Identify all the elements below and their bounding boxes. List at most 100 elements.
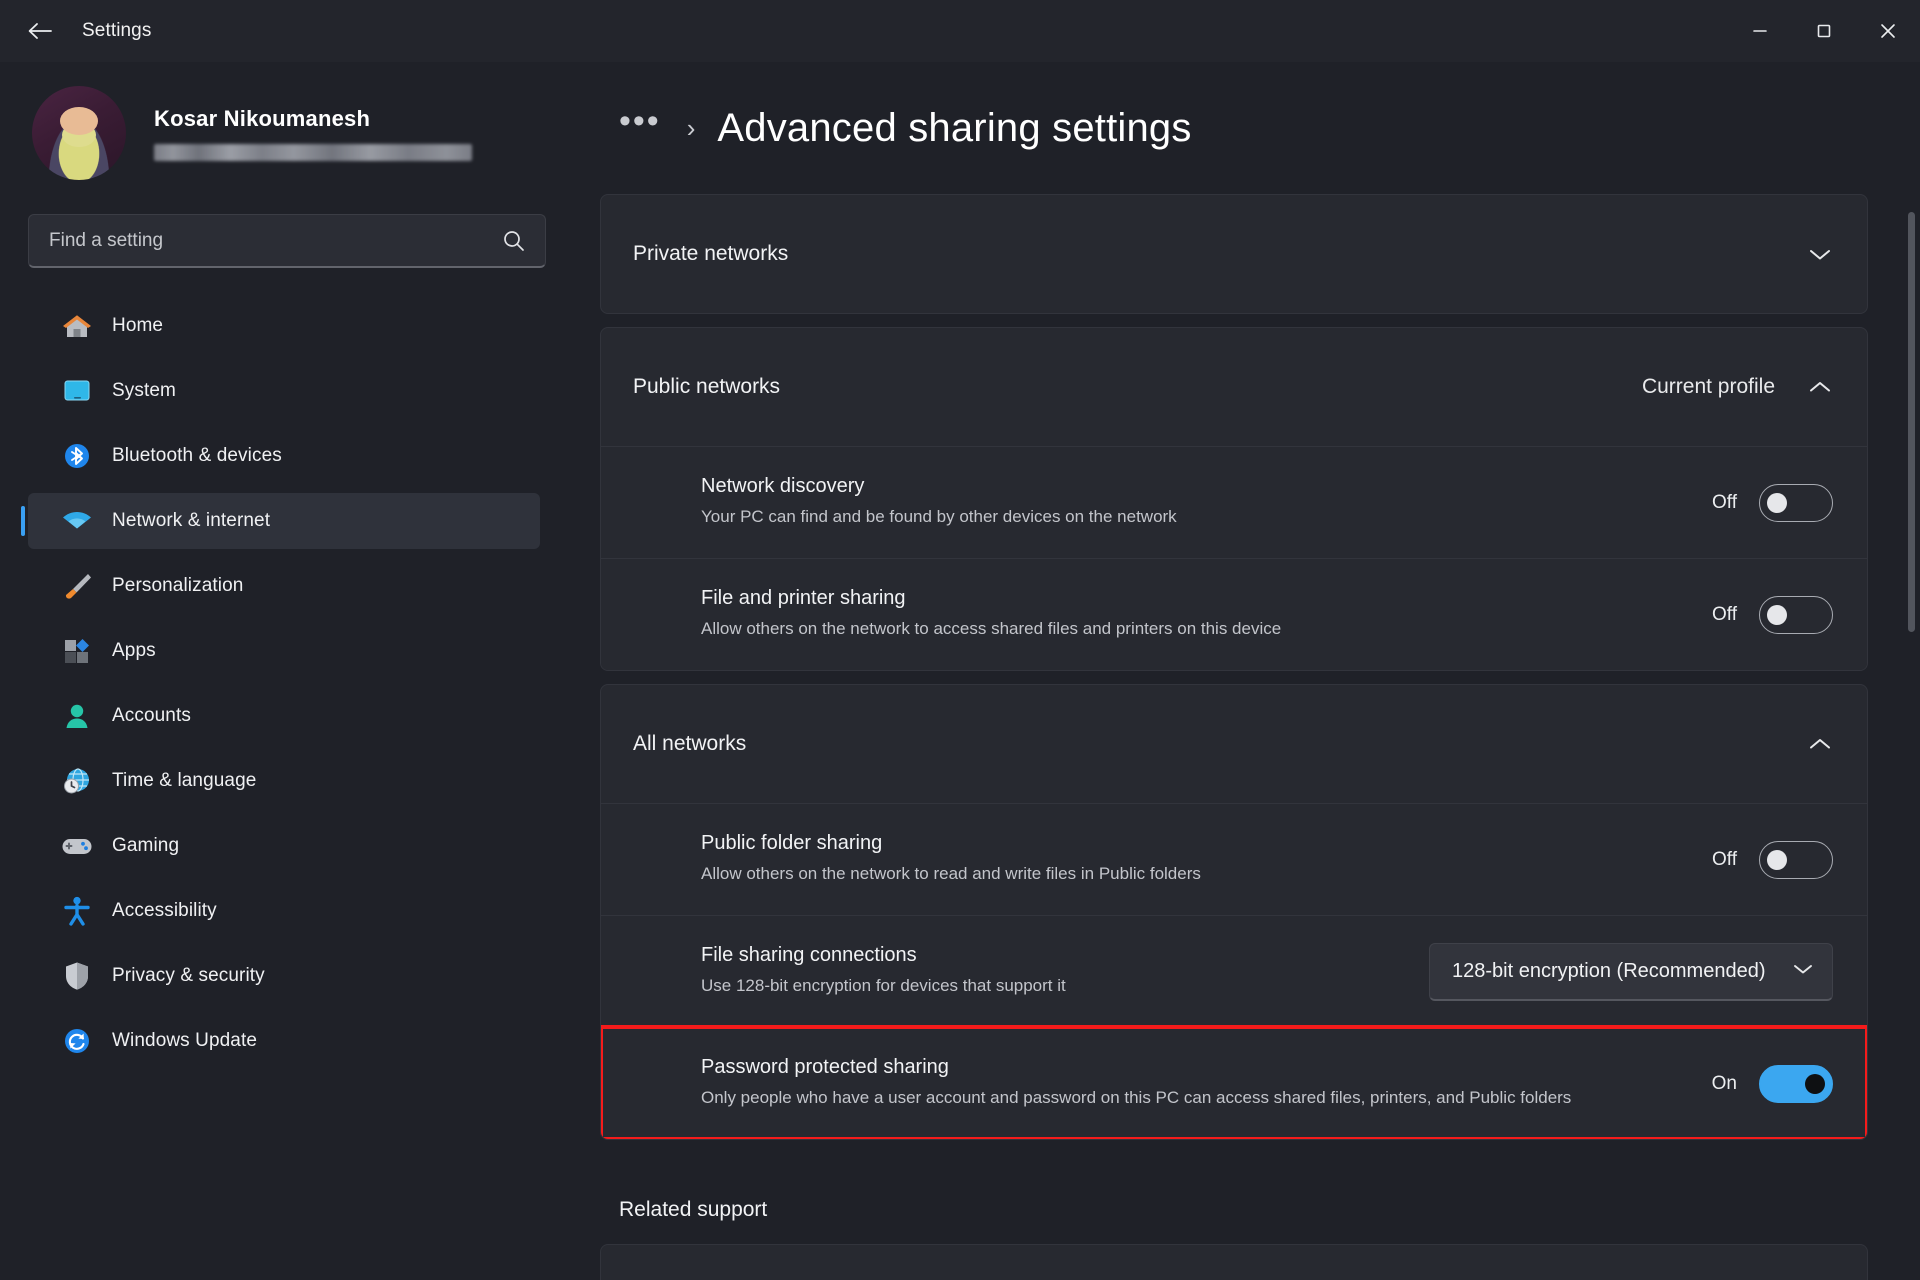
settings-window: Settings Kosar Nikoumanesh Find a settin… [0, 0, 1920, 1280]
accessibility-icon [60, 896, 94, 926]
paintbrush-icon [60, 571, 94, 601]
private-networks-title: Private networks [633, 242, 789, 265]
file-printer-sharing-description: Allow others on the network to access sh… [701, 619, 1282, 639]
private-networks-card: Private networks [600, 194, 1868, 314]
file-sharing-connections-title: File sharing connections [701, 944, 917, 967]
sidebar-item-accessibility[interactable]: Accessibility [28, 883, 540, 939]
sidebar-item-label: Accessibility [112, 900, 217, 921]
network-discovery-text: Network discovery Your PC can find and b… [701, 475, 1177, 530]
password-protected-sharing-toggle[interactable] [1759, 1064, 1833, 1103]
sidebar-item-label: Network & internet [112, 510, 271, 531]
sidebar-item-label: Time & language [112, 770, 257, 791]
minimize-button[interactable] [1728, 0, 1792, 62]
title-bar: Settings [0, 0, 1920, 62]
sidebar-item-label: Personalization [112, 575, 244, 596]
sidebar: Kosar Nikoumanesh Find a setting Home Sy… [0, 62, 568, 1280]
file-sharing-connections-description: Use 128-bit encryption for devices that … [701, 976, 1066, 996]
file-printer-sharing-toggle[interactable] [1759, 595, 1833, 634]
sidebar-item-personalization[interactable]: Personalization [28, 558, 540, 614]
network-discovery-toggle[interactable] [1759, 483, 1833, 522]
toggle-knob [1767, 492, 1787, 513]
file-sharing-connections-row[interactable]: File sharing connections Use 128-bit enc… [601, 915, 1867, 1027]
account-text: Kosar Nikoumanesh [154, 106, 472, 161]
public-folder-sharing-title: Public folder sharing [701, 832, 883, 855]
public-folder-sharing-toggle[interactable] [1759, 840, 1833, 879]
public-networks-header-right: Current profile [1642, 375, 1833, 399]
toggle-knob [1805, 1073, 1825, 1094]
sidebar-item-apps[interactable]: Apps [28, 623, 540, 679]
close-icon [1881, 24, 1895, 38]
back-button[interactable] [14, 9, 66, 53]
account-name: Kosar Nikoumanesh [154, 105, 371, 131]
public-folder-sharing-text: Public folder sharing Allow others on th… [701, 832, 1201, 887]
account-block[interactable]: Kosar Nikoumanesh [0, 72, 568, 198]
main-scrollbar[interactable] [1902, 62, 1920, 1280]
password-protected-sharing-control: On [1679, 1064, 1833, 1103]
sidebar-item-label: Windows Update [112, 1030, 258, 1051]
password-protected-sharing-state: On [1711, 1072, 1737, 1094]
public-networks-title: Public networks [633, 375, 781, 398]
main-content: ••• › Advanced sharing settings Private … [568, 62, 1920, 1280]
encryption-level-value: 128-bit encryption (Recommended) [1452, 959, 1766, 982]
sidebar-item-system[interactable]: System [28, 363, 540, 419]
sidebar-item-network-internet[interactable]: Network & internet [21, 493, 540, 549]
sidebar-item-label: Bluetooth & devices [112, 445, 282, 466]
toggle-knob [1767, 604, 1787, 625]
account-email-redacted [154, 143, 472, 161]
bluetooth-icon [60, 441, 94, 471]
sidebar-item-home[interactable]: Home [28, 298, 540, 354]
chevron-down-icon [1774, 962, 1814, 981]
wifi-icon [60, 506, 94, 536]
private-networks-header[interactable]: Private networks [601, 195, 1867, 313]
avatar [32, 86, 126, 180]
chevron-up-icon [1810, 382, 1830, 392]
sidebar-item-accounts[interactable]: Accounts [28, 688, 540, 744]
public-folder-sharing-row[interactable]: Public folder sharing Allow others on th… [601, 803, 1867, 915]
sidebar-item-label: Gaming [112, 835, 180, 856]
page-title: Advanced sharing settings [717, 105, 1192, 150]
breadcrumb-overflow-button[interactable]: ••• [619, 104, 661, 152]
network-discovery-state: Off [1712, 491, 1737, 513]
system-icon [60, 376, 94, 406]
related-support-heading: Related support [619, 1198, 768, 1221]
encryption-level-dropdown[interactable]: 128-bit encryption (Recommended) [1429, 942, 1833, 1001]
private-networks-header-right [1807, 246, 1833, 262]
minimize-icon [1753, 30, 1767, 32]
network-discovery-control: Off [1679, 483, 1833, 522]
toggle-knob [1767, 849, 1787, 870]
file-printer-sharing-row[interactable]: File and printer sharing Allow others on… [601, 558, 1867, 670]
chevron-down-icon [1810, 250, 1830, 260]
public-folder-sharing-control: Off [1679, 840, 1833, 879]
file-printer-sharing-state: Off [1712, 603, 1737, 625]
password-protected-sharing-row[interactable]: Password protected sharing Only people w… [601, 1025, 1867, 1139]
breadcrumb-separator-icon: › [686, 113, 696, 143]
all-networks-header[interactable]: All networks [601, 685, 1867, 803]
password-protected-sharing-text: Password protected sharing Only people w… [701, 1056, 1571, 1111]
scrollbar-thumb[interactable] [1908, 212, 1915, 632]
file-printer-sharing-control: Off [1679, 595, 1833, 634]
sidebar-item-gaming[interactable]: Gaming [28, 818, 540, 874]
breadcrumb: ••• › Advanced sharing settings [600, 62, 1868, 194]
public-networks-header[interactable]: Public networks Current profile [601, 328, 1867, 446]
related-support-card[interactable] [600, 1244, 1868, 1280]
password-protected-sharing-title: Password protected sharing [701, 1056, 949, 1079]
search-input[interactable] [49, 229, 501, 252]
sidebar-item-label: Home [112, 315, 164, 336]
file-printer-sharing-title: File and printer sharing [701, 587, 906, 610]
sidebar-item-bluetooth-devices[interactable]: Bluetooth & devices [28, 428, 540, 484]
search-box[interactable] [28, 214, 546, 268]
sidebar-nav: Home System Bluetooth & devices Network … [0, 298, 568, 1069]
sidebar-item-privacy-security[interactable]: Privacy & security [28, 948, 540, 1004]
file-printer-sharing-text: File and printer sharing Allow others on… [701, 587, 1281, 642]
all-networks-card: All networks Public folder sharing Allow… [600, 684, 1868, 1140]
sidebar-item-time-language[interactable]: Time & language [28, 753, 540, 809]
main-inner: ••• › Advanced sharing settings Private … [568, 62, 1920, 1280]
app-title: Settings [82, 20, 152, 41]
sidebar-item-label: System [112, 380, 176, 401]
sidebar-item-label: Apps [112, 640, 156, 661]
sidebar-item-windows-update[interactable]: Windows Update [28, 1013, 540, 1069]
maximize-button[interactable] [1792, 0, 1856, 62]
network-discovery-row[interactable]: Network discovery Your PC can find and b… [601, 446, 1867, 558]
public-folder-sharing-description: Allow others on the network to read and … [701, 864, 1201, 884]
close-button[interactable] [1856, 0, 1920, 62]
